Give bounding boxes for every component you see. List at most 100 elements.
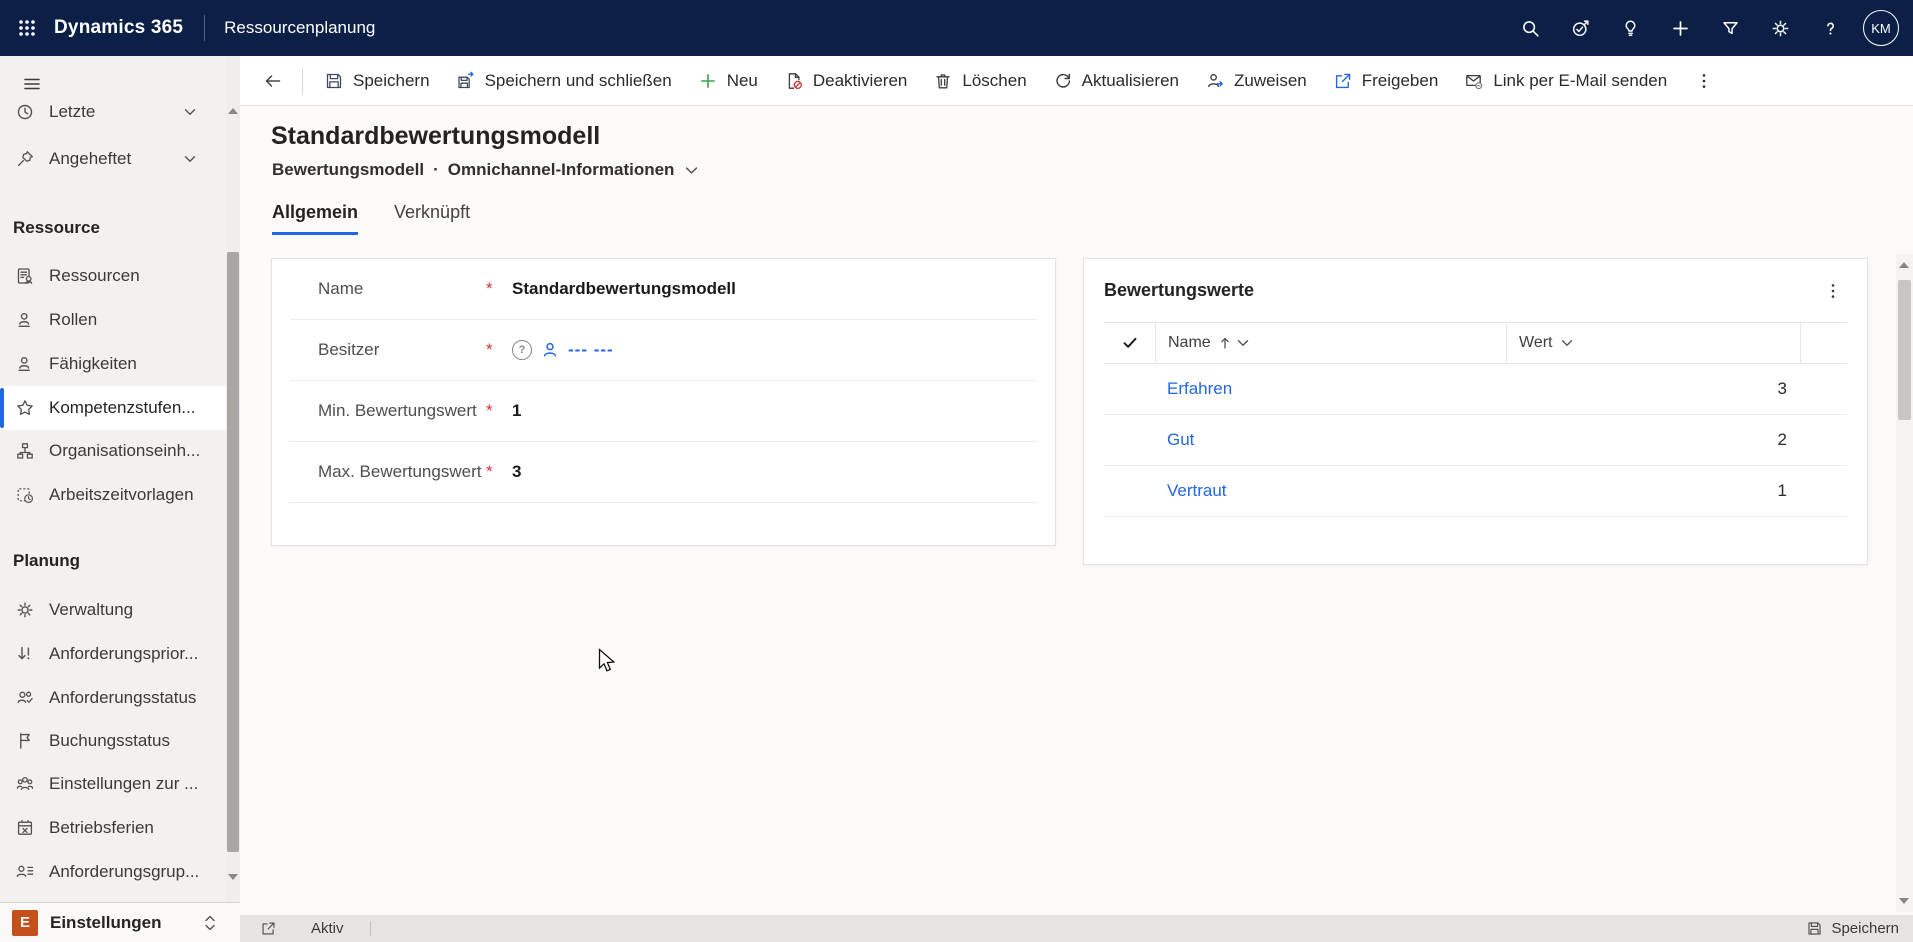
table-row[interactable]: Gut 2 xyxy=(1104,415,1847,466)
sidebar-item-verwaltung[interactable]: Verwaltung xyxy=(0,588,226,632)
sidebar-item-pinned[interactable]: Angeheftet xyxy=(0,137,226,181)
tab-allgemein[interactable]: Allgemein xyxy=(272,202,358,235)
sidebar-item-label: Angeheftet xyxy=(49,149,131,169)
app-area-title[interactable]: Ressourcenplanung xyxy=(224,18,375,38)
new-button[interactable]: Neu xyxy=(685,56,771,105)
sidebar-item-kompetenzstufen[interactable]: Kompetenzstufen... xyxy=(0,386,226,430)
person-icon xyxy=(14,353,36,375)
owner-field[interactable]: ? --- --- xyxy=(512,340,614,360)
sidebar-item-organisationseinheiten[interactable]: Organisationseinh... xyxy=(0,429,226,473)
save-icon xyxy=(324,71,344,91)
owner-lookup-value[interactable]: --- --- xyxy=(568,340,614,360)
share-button[interactable]: Freigeben xyxy=(1320,56,1452,105)
area-badge: E xyxy=(12,910,38,936)
row-name-link[interactable]: Erfahren xyxy=(1155,379,1507,399)
command-label: Deaktivieren xyxy=(813,71,908,91)
save-status-button[interactable]: Speichern xyxy=(1806,920,1899,937)
row-wert-value: 2 xyxy=(1507,430,1801,450)
content-scrollbar[interactable] xyxy=(1896,254,1913,912)
sidebar-item-anforderungsgruppen[interactable]: Anforderungsgrup... xyxy=(0,850,226,894)
area-switcher[interactable]: E Einstellungen xyxy=(0,902,240,942)
clock-icon xyxy=(14,101,36,123)
column-header-name[interactable]: Name xyxy=(1156,323,1507,363)
help-icon[interactable] xyxy=(1805,0,1855,56)
plus-icon[interactable] xyxy=(1655,0,1705,56)
scroll-down-arrow-icon[interactable] xyxy=(228,874,238,880)
chevron-down-icon[interactable] xyxy=(685,166,698,175)
brand-title[interactable]: Dynamics 365 xyxy=(54,17,183,39)
chevron-down-icon[interactable] xyxy=(1561,339,1573,347)
gear-icon[interactable] xyxy=(1755,0,1805,56)
sidebar-item-einstellungen-zur[interactable]: Einstellungen zur ... xyxy=(0,762,226,806)
sidebar-item-betriebsferien[interactable]: Betriebsferien xyxy=(0,806,226,850)
select-all-checkmark-icon[interactable] xyxy=(1104,323,1156,363)
up-down-chevron-icon[interactable] xyxy=(204,915,216,931)
command-bar: Speichern Speichern und schließen Neu De… xyxy=(240,56,1913,106)
user-avatar[interactable]: KM xyxy=(1863,10,1899,46)
deactivate-icon xyxy=(784,71,804,91)
sidebar-item-arbeitszeitvorlagen[interactable]: Arbeitszeitvorlagen xyxy=(0,473,226,517)
command-label: Zuweisen xyxy=(1234,71,1307,91)
subgrid-more-icon[interactable] xyxy=(1819,277,1847,305)
search-icon[interactable] xyxy=(1505,0,1555,56)
command-label: Speichern xyxy=(353,71,430,91)
row-name-link[interactable]: Vertraut xyxy=(1155,481,1507,501)
sidebar-item-rollen[interactable]: Rollen xyxy=(0,298,226,342)
sidebar-item-buchungsstatus[interactable]: Buchungsstatus xyxy=(0,719,226,763)
sidebar-item-anforderungsprioritaeten[interactable]: Anforderungsprior... xyxy=(0,632,226,676)
sidebar-item-label: Ressourcen xyxy=(49,266,140,286)
org-chart-icon xyxy=(14,440,36,462)
sitemap-sidebar: Letzte Angeheftet Ressource Ressourcen R… xyxy=(0,56,240,902)
content-scrollbar-thumb[interactable] xyxy=(1898,280,1911,420)
scroll-up-arrow-icon[interactable] xyxy=(228,108,238,114)
sidebar-item-label: Anforderungsprior... xyxy=(49,644,198,664)
name-field[interactable]: Standardbewertungsmodell xyxy=(512,279,736,299)
calendar-clock-icon xyxy=(14,484,36,506)
min-rating-field[interactable]: 1 xyxy=(512,401,521,421)
sidebar-item-ressourcen[interactable]: Ressourcen xyxy=(0,254,226,298)
mail-link-icon xyxy=(1464,71,1484,91)
save-button[interactable]: Speichern xyxy=(311,56,443,105)
form-content: Standardbewertungsmodell Bewertungsmodel… xyxy=(240,106,1913,915)
scroll-down-arrow-icon[interactable] xyxy=(1899,898,1909,904)
chevron-down-icon[interactable] xyxy=(1237,339,1249,347)
max-rating-field[interactable]: 3 xyxy=(512,462,521,482)
deactivate-button[interactable]: Deaktivieren xyxy=(771,56,921,105)
sort-ascending-icon xyxy=(1220,337,1230,349)
lightbulb-icon[interactable] xyxy=(1605,0,1655,56)
table-row[interactable]: Vertraut 1 xyxy=(1104,466,1847,517)
assign-icon xyxy=(1205,71,1225,91)
status-bar: Aktiv Speichern xyxy=(240,915,1913,942)
tab-verknuepft[interactable]: Verknüpft xyxy=(394,202,470,235)
app-launcher-waffle-icon[interactable] xyxy=(0,0,54,56)
field-row-max-bewertungswert: Max. Bewertungswert * 3 xyxy=(290,442,1037,503)
sidebar-item-label: Arbeitszeitvorlagen xyxy=(49,485,194,505)
sidebar-item-faehigkeiten[interactable]: Fähigkeiten xyxy=(0,342,226,386)
form-selector[interactable]: Omnichannel-Informationen xyxy=(448,160,675,180)
person-list-icon xyxy=(14,861,36,883)
more-commands-icon[interactable] xyxy=(1680,56,1728,105)
delete-button[interactable]: Löschen xyxy=(920,56,1039,105)
chevron-down-icon[interactable] xyxy=(184,108,196,116)
chevron-down-icon[interactable] xyxy=(184,155,196,163)
refresh-button[interactable]: Aktualisieren xyxy=(1040,56,1192,105)
sidebar-item-anforderungsstatus[interactable]: Anforderungsstatus xyxy=(0,676,226,720)
save-and-close-button[interactable]: Speichern und schließen xyxy=(443,56,685,105)
assign-button[interactable]: Zuweisen xyxy=(1192,56,1320,105)
filter-icon[interactable] xyxy=(1705,0,1755,56)
table-row[interactable]: Erfahren 3 xyxy=(1104,364,1847,415)
subtitle-separator: · xyxy=(433,160,439,180)
popout-icon[interactable] xyxy=(260,920,277,937)
sidebar-scrollbar-thumb[interactable] xyxy=(227,252,239,852)
column-header-wert[interactable]: Wert xyxy=(1507,323,1801,363)
email-link-button[interactable]: Link per E-Mail senden xyxy=(1451,56,1680,105)
sidebar-item-recent[interactable]: Letzte xyxy=(0,90,226,134)
required-marker: * xyxy=(486,401,512,421)
back-arrow-icon[interactable] xyxy=(252,56,294,105)
scroll-up-arrow-icon[interactable] xyxy=(1899,262,1909,268)
star-icon xyxy=(14,397,36,419)
sidebar-scrollbar[interactable] xyxy=(226,56,240,902)
subgrid-title: Bewertungswerte xyxy=(1104,280,1254,301)
task-check-icon[interactable] xyxy=(1555,0,1605,56)
row-name-link[interactable]: Gut xyxy=(1155,430,1507,450)
